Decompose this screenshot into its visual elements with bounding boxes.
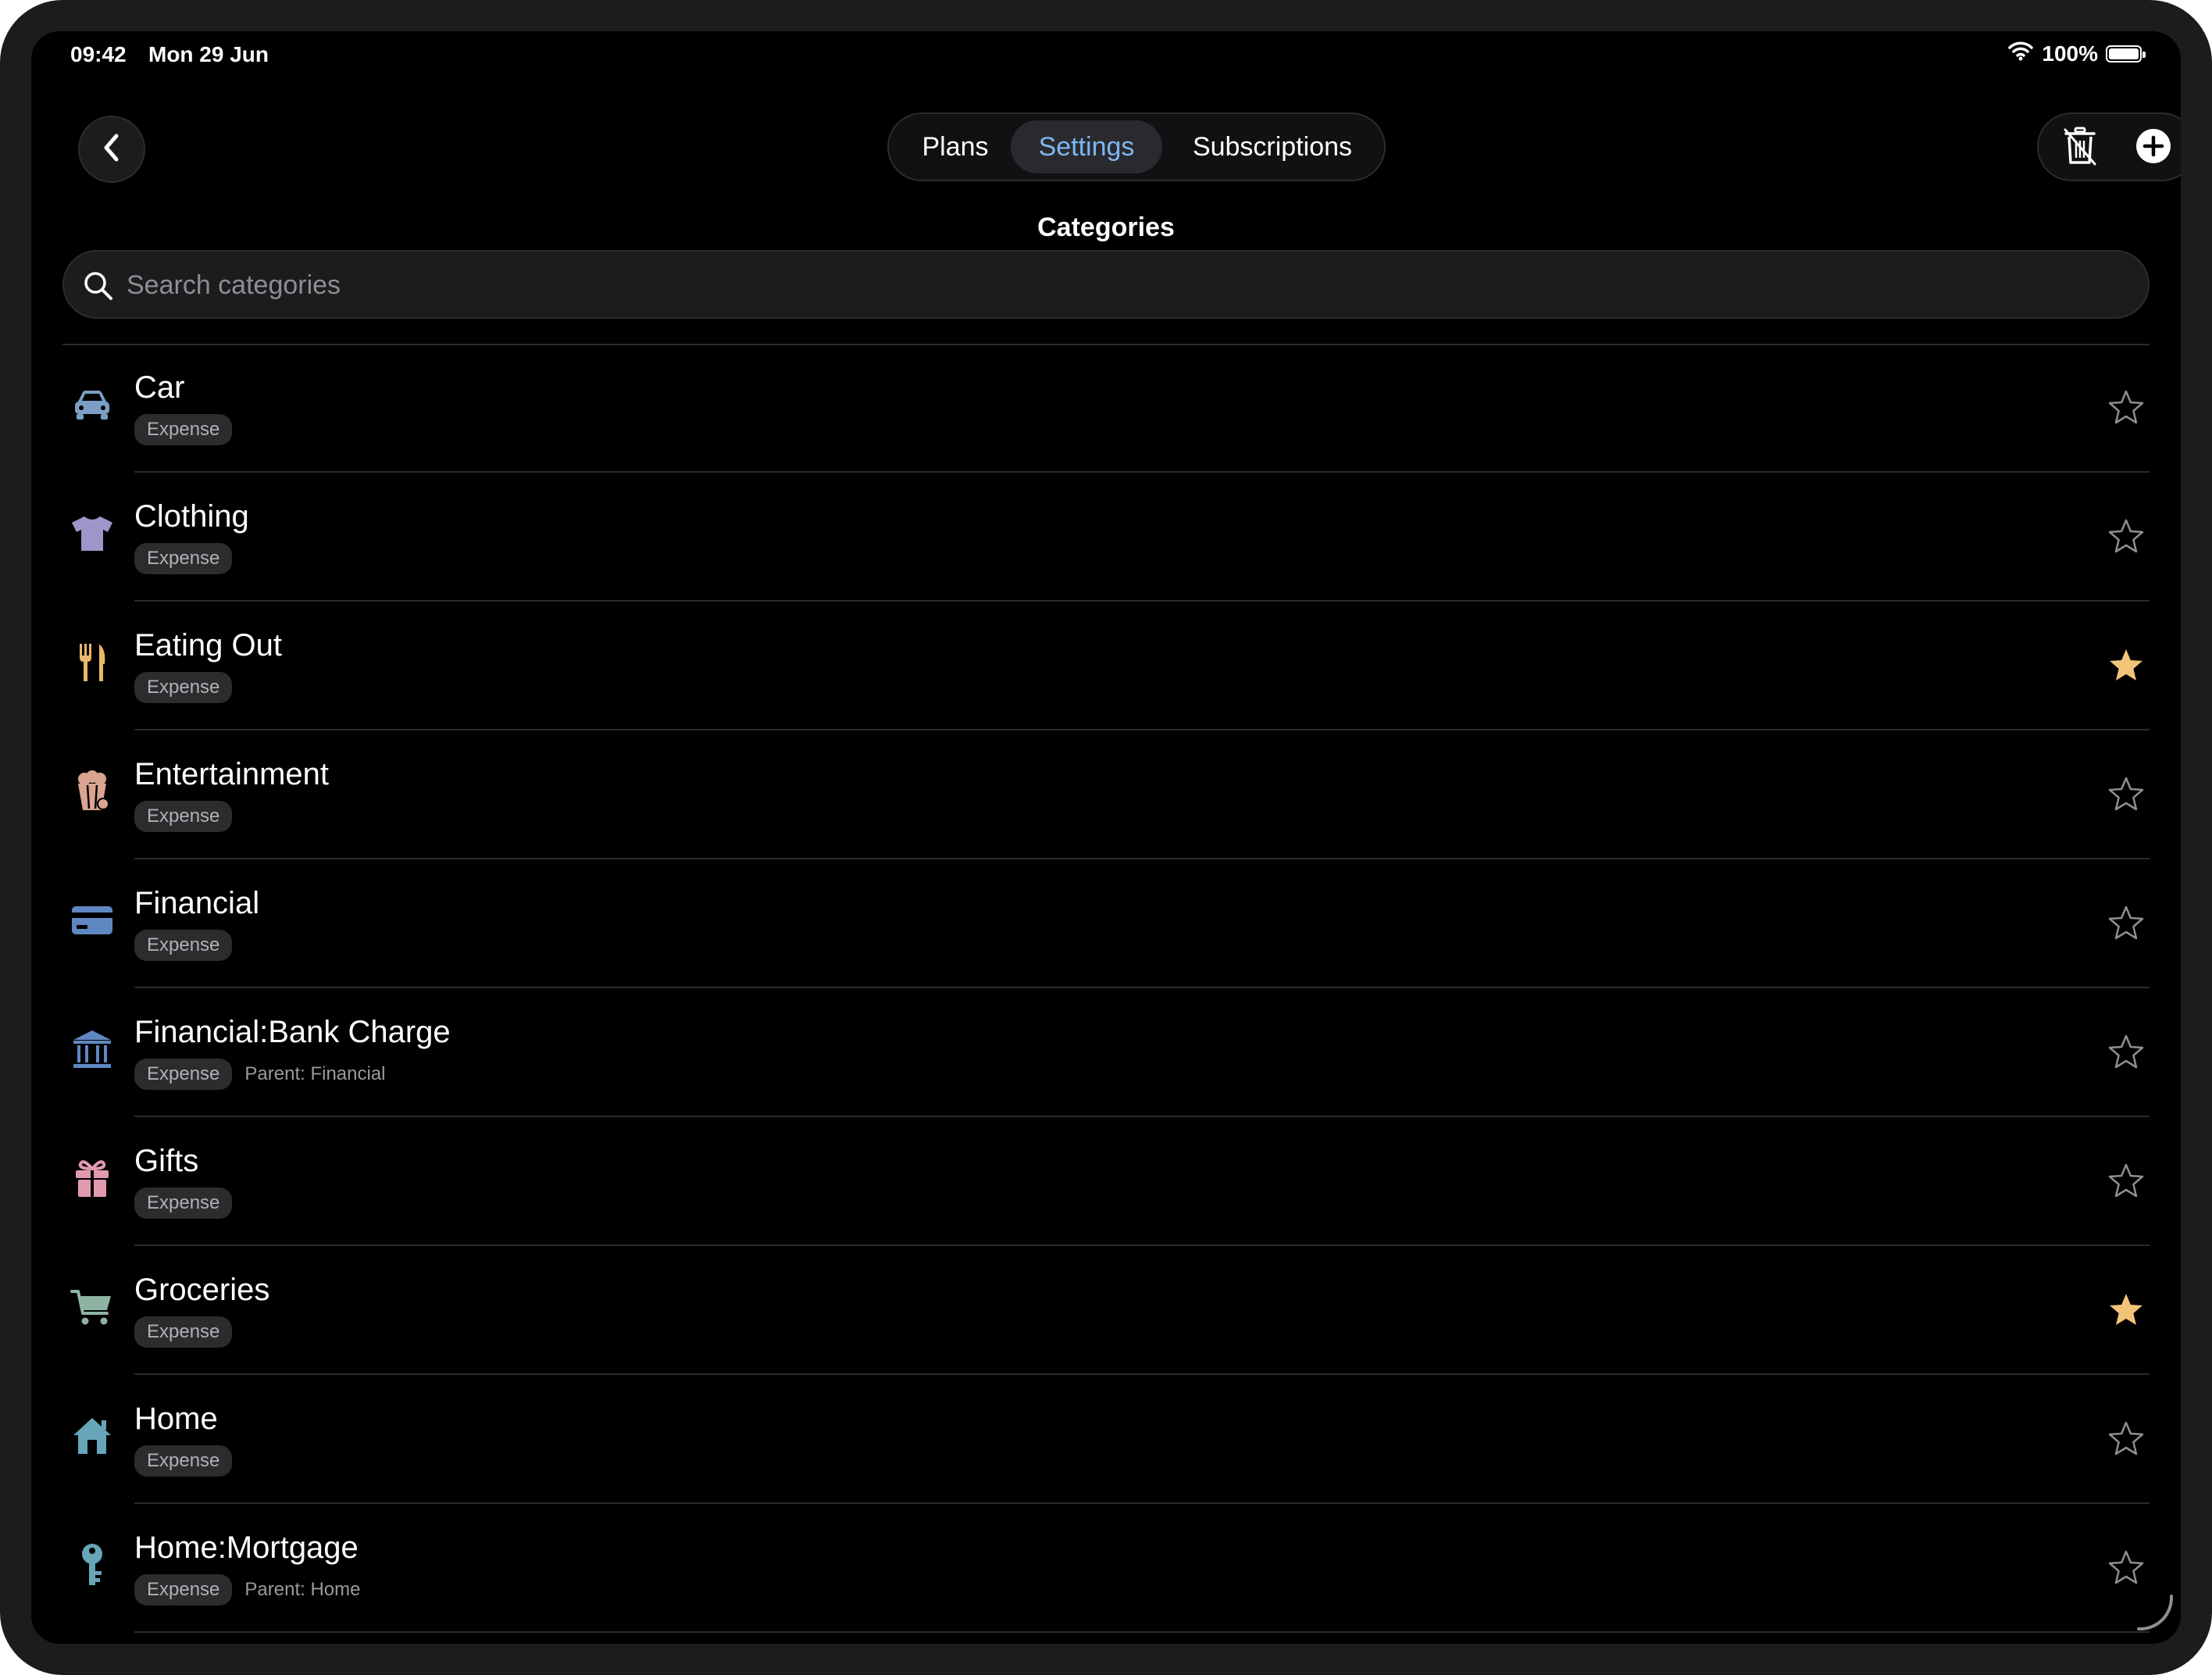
search-input[interactable] [125,258,2112,312]
type-badge: Expense [134,930,233,961]
battery-percent: 100% [2042,41,2098,66]
add-category-button[interactable] [2128,122,2179,173]
type-badge: Expense [134,801,233,832]
category-meta: Expense [134,543,233,574]
star-outline-icon[interactable] [2107,776,2145,813]
device-frame: 09:42 Mon 29 Jun 100% Plans Settings Sub… [0,0,2212,1675]
category-name: Financial:Bank Charge [134,1015,451,1049]
category-meta: Expense [134,1188,233,1219]
car-icon [67,380,117,430]
page-title: Categories [1037,212,1175,242]
back-button[interactable] [78,116,145,183]
category-row[interactable]: Financial:Bank Charge Expense Parent: Fina… [31,988,2181,1117]
star-filled-icon[interactable] [2107,647,2145,684]
category-name: Car [134,370,185,405]
category-list: Car Expense Clothing Expense Eating Out Expen… [31,344,2181,1633]
star-filled-icon[interactable] [2107,1291,2145,1329]
star-outline-icon[interactable] [2107,1034,2145,1071]
search-icon [83,270,114,305]
type-badge: Expense [134,1445,233,1477]
segmented-control: Plans Settings Subscriptions [887,112,1386,181]
tshirt-icon [67,509,117,559]
category-meta: Expense [134,801,233,832]
category-meta: Expense [134,672,233,703]
category-row[interactable]: Home:Mortgage Expense Parent: Home [31,1504,2181,1633]
tab-subscriptions[interactable]: Subscriptions [1167,120,1378,173]
chevron-left-icon [100,132,123,167]
status-date: Mon 29 Jun [148,42,269,66]
category-row[interactable]: Home Expense [31,1375,2181,1504]
screen: 09:42 Mon 29 Jun 100% Plans Settings Sub… [31,31,2181,1644]
parent-label: Parent: Financial [244,1063,386,1084]
category-meta: Expense [134,930,233,961]
category-row[interactable]: Clothing Expense [31,473,2181,602]
search-bar [62,250,2150,319]
star-outline-icon[interactable] [2107,905,2145,942]
battery-fill [2109,48,2139,59]
category-meta: Expense [134,1445,233,1477]
trash-icon [2063,127,2097,170]
star-outline-icon[interactable] [2107,1420,2145,1458]
battery-icon [2106,45,2146,62]
category-meta: Expense Parent: Home [134,1574,360,1605]
status-right: 100% [2007,41,2146,66]
category-row[interactable]: Eating Out Expense [31,602,2181,730]
type-badge: Expense [134,1316,233,1348]
bank-icon [67,1024,117,1074]
credit-card-icon [67,895,117,945]
category-name: Home [134,1402,218,1436]
resize-handle [2132,1590,2179,1637]
category-name: Home:Mortgage [134,1530,359,1565]
category-name: Financial [134,886,260,920]
category-row[interactable]: Gifts Expense [31,1117,2181,1246]
row-divider [134,1631,2150,1633]
status-bar: 09:42 Mon 29 Jun 100% [31,31,2181,78]
house-icon [67,1411,117,1461]
type-badge: Expense [134,672,233,703]
type-badge: Expense [134,1059,233,1090]
action-group [2037,112,2181,181]
category-meta: Expense [134,1316,233,1348]
parent-label: Parent: Home [244,1579,361,1600]
status-time: 09:42 [70,42,127,66]
category-row[interactable]: Entertainment Expense [31,730,2181,859]
category-row[interactable]: Groceries Expense [31,1246,2181,1375]
type-badge: Expense [134,414,233,445]
category-meta: Expense Parent: Financial [134,1059,386,1090]
type-badge: Expense [134,1188,233,1219]
popcorn-icon [67,766,117,816]
star-outline-icon[interactable] [2107,1549,2145,1587]
category-name: Gifts [134,1144,199,1178]
category-name: Entertainment [134,757,330,791]
category-row[interactable]: Financial Expense [31,859,2181,988]
type-badge: Expense [134,1574,233,1605]
type-badge: Expense [134,543,233,574]
wifi-icon [2007,41,2034,66]
cart-icon [67,1282,117,1332]
key-icon [67,1540,117,1590]
star-outline-icon[interactable] [2107,389,2145,427]
category-meta: Expense [134,414,233,445]
tab-settings[interactable]: Settings [1011,120,1162,173]
category-row[interactable]: Car Expense [31,344,2181,473]
tab-plans[interactable]: Plans [897,120,1014,173]
category-name: Groceries [134,1273,270,1307]
delete-button[interactable] [2054,122,2106,173]
star-outline-icon[interactable] [2107,518,2145,555]
plus-circle-icon [2135,128,2171,168]
star-outline-icon[interactable] [2107,1162,2145,1200]
category-name: Eating Out [134,628,283,662]
category-name: Clothing [134,499,249,534]
gift-icon [67,1153,117,1203]
fork-knife-icon [67,638,117,688]
